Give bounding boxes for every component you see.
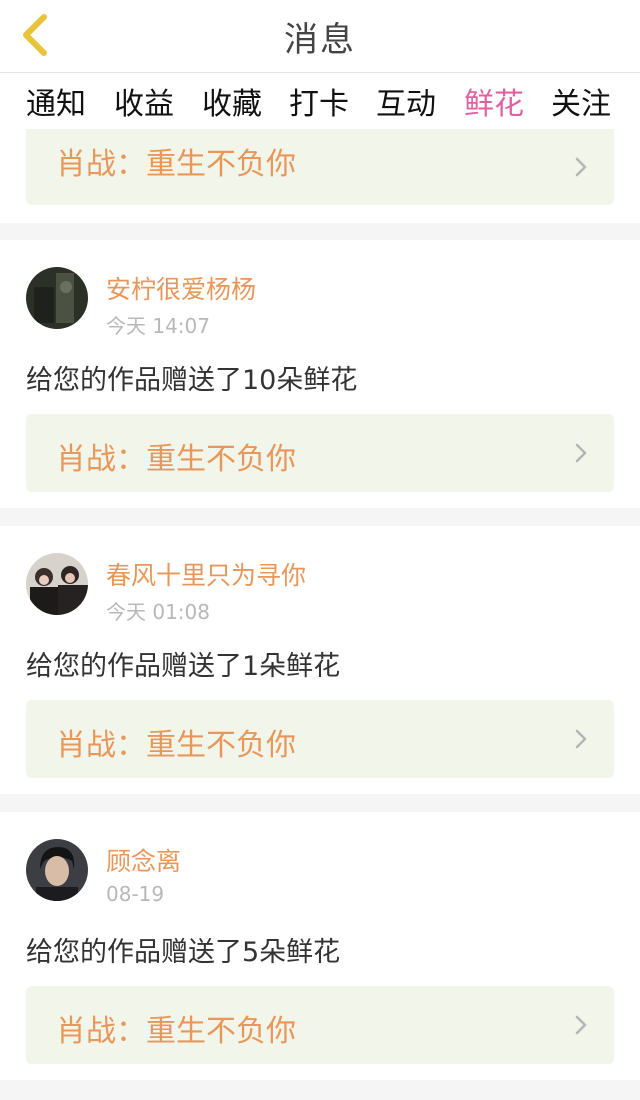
- username[interactable]: 安柠很爱杨杨: [106, 270, 256, 306]
- tab-notice[interactable]: 通知: [26, 85, 86, 125]
- back-button[interactable]: [10, 8, 60, 62]
- timestamp: 今天 01:08: [106, 600, 210, 624]
- username[interactable]: 春风十里只为寻你: [106, 556, 306, 592]
- message-text: 给您的作品赠送了1朵鲜花: [26, 651, 341, 682]
- username[interactable]: 顾念离: [106, 842, 181, 878]
- notification-card: 春风十里只为寻你 今天 01:08 给您的作品赠送了1朵鲜花 肖战：重生不负你: [0, 526, 640, 794]
- work-link[interactable]: 肖战：重生不负你: [26, 700, 614, 778]
- message-text: 给您的作品赠送了5朵鲜花: [26, 937, 341, 968]
- work-link[interactable]: 肖战：重生不负你: [26, 129, 614, 205]
- work-title: 肖战：重生不负你: [56, 442, 296, 477]
- message-text: 给您的作品赠送了10朵鲜花: [26, 365, 358, 396]
- header-bar: 消息: [0, 0, 640, 73]
- avatar[interactable]: [26, 839, 88, 901]
- avatar[interactable]: [26, 267, 88, 329]
- work-title: 肖战：重生不负你: [56, 1014, 296, 1049]
- tab-checkin[interactable]: 打卡: [289, 85, 349, 125]
- tab-follow[interactable]: 关注: [551, 85, 611, 125]
- tab-income[interactable]: 收益: [114, 85, 174, 125]
- notification-card: 顾念离 08-19 给您的作品赠送了5朵鲜花 肖战：重生不负你: [0, 812, 640, 1080]
- work-link[interactable]: 肖战：重生不负你: [26, 414, 614, 492]
- tab-flowers[interactable]: 鲜花: [464, 85, 524, 125]
- timestamp: 08-19: [106, 882, 165, 906]
- chevron-left-icon: [23, 14, 47, 56]
- notification-card-partial: 肖战：重生不负你: [0, 129, 640, 223]
- avatar[interactable]: [26, 553, 88, 615]
- tab-favorites[interactable]: 收藏: [202, 85, 262, 125]
- timestamp: 今天 14:07: [106, 314, 210, 338]
- work-link[interactable]: 肖战：重生不负你: [26, 986, 614, 1064]
- work-title: 肖战：重生不负你: [56, 147, 296, 182]
- chevron-right-icon: [575, 1015, 587, 1035]
- notification-card: 安柠很爱杨杨 今天 14:07 给您的作品赠送了10朵鲜花 肖战：重生不负你: [0, 240, 640, 508]
- work-title: 肖战：重生不负你: [56, 728, 296, 763]
- chevron-right-icon: [575, 157, 587, 177]
- tab-interaction[interactable]: 互动: [376, 85, 436, 125]
- chevron-right-icon: [575, 443, 587, 463]
- page-title: 消息: [284, 19, 356, 60]
- chevron-right-icon: [575, 729, 587, 749]
